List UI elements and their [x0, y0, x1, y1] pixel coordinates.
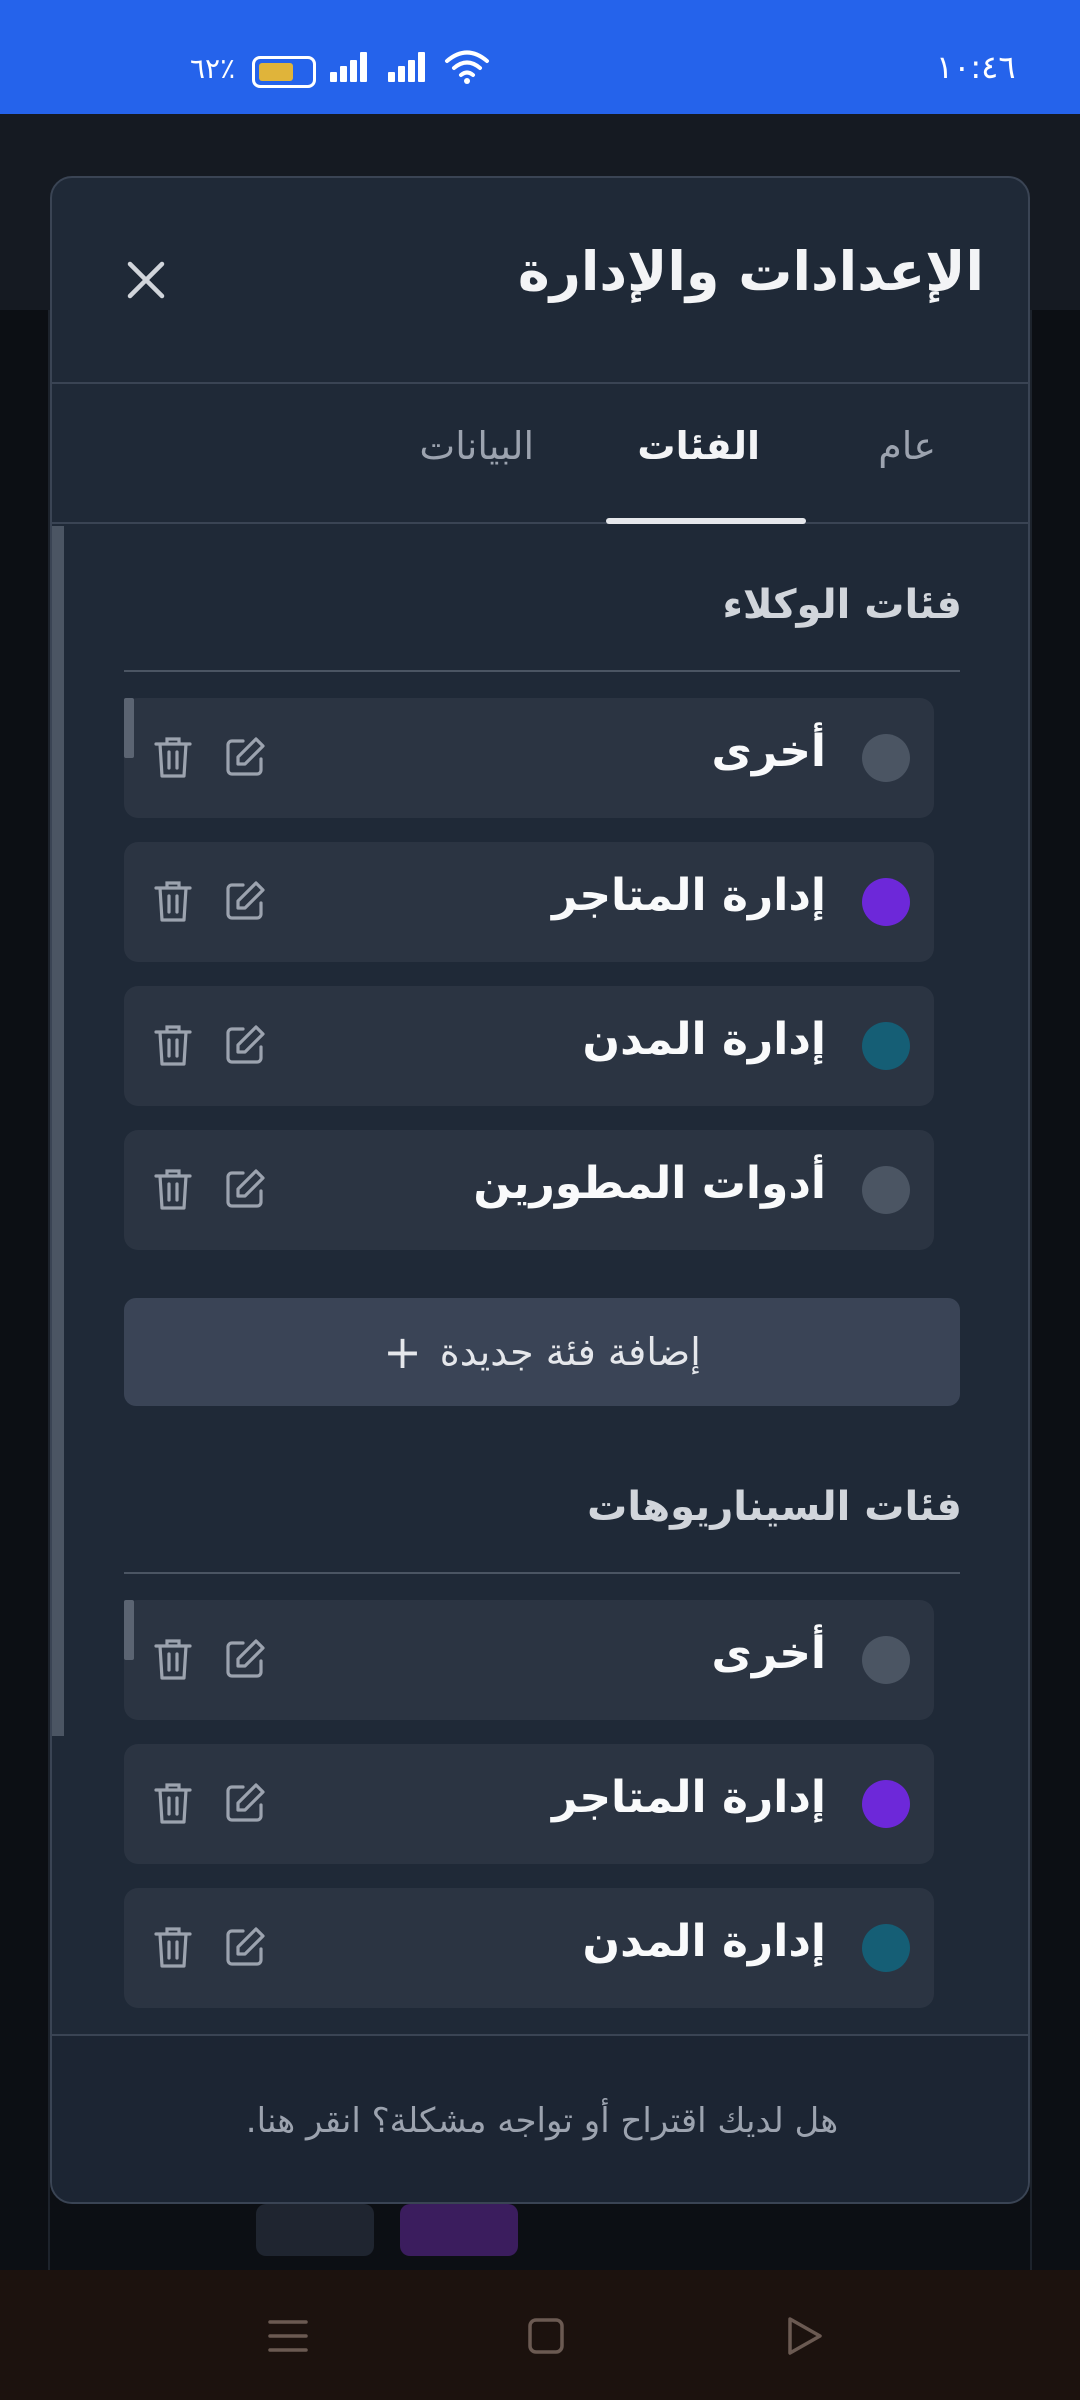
- category-row: إدارة المتاجر: [124, 1744, 934, 1864]
- system-nav-bar: [0, 2270, 1080, 2400]
- background-button-primary: [400, 2204, 518, 2256]
- tab-data[interactable]: البيانات: [419, 424, 534, 468]
- category-label: إدارة المدن: [582, 1014, 826, 1065]
- background-divider-right: [1030, 310, 1032, 2270]
- tab-categories[interactable]: الفئات: [637, 424, 760, 468]
- back-icon[interactable]: [766, 2298, 842, 2374]
- trash-icon[interactable]: [148, 1778, 198, 1828]
- modal-title: الإعدادات والإدارة: [517, 240, 984, 303]
- agent-categories-title: فئات الوكلاء: [722, 582, 962, 628]
- trash-icon[interactable]: [148, 1164, 198, 1214]
- category-color-dot: [862, 878, 910, 926]
- drag-handle[interactable]: [124, 698, 134, 758]
- tab-general[interactable]: عام: [878, 424, 936, 468]
- background-button: [256, 2204, 374, 2256]
- category-color-dot: [862, 1924, 910, 1972]
- category-row: إدارة المدن: [124, 986, 934, 1106]
- status-time: ١٠:٤٦: [936, 48, 1016, 86]
- edit-icon[interactable]: [220, 732, 270, 782]
- category-label: إدارة المدن: [582, 1916, 826, 1967]
- add-category-button[interactable]: إضافة فئة جديدة +: [124, 1298, 960, 1406]
- edit-icon[interactable]: [220, 1020, 270, 1070]
- modal-header: الإعدادات والإدارة: [52, 178, 1028, 384]
- edit-icon[interactable]: [220, 1922, 270, 1972]
- category-color-dot: [862, 1166, 910, 1214]
- section-divider: [124, 1572, 960, 1574]
- section-divider: [124, 670, 960, 672]
- drag-handle[interactable]: [124, 1600, 134, 1660]
- edit-icon[interactable]: [220, 1164, 270, 1214]
- tab-bar: عام الفئات البيانات: [52, 384, 1028, 524]
- category-label: أدوات المطورين: [473, 1158, 826, 1209]
- category-color-dot: [862, 1636, 910, 1684]
- category-row: أخرى: [124, 1600, 934, 1720]
- edit-icon[interactable]: [220, 876, 270, 926]
- wifi-icon: [445, 50, 489, 84]
- status-bar: ١٠:٤٦ ٦٢٪: [0, 0, 1080, 114]
- home-icon[interactable]: [508, 2298, 584, 2374]
- category-label: أخرى: [711, 726, 827, 777]
- edit-icon[interactable]: [220, 1778, 270, 1828]
- trash-icon[interactable]: [148, 732, 198, 782]
- category-color-dot: [862, 734, 910, 782]
- category-row: أخرى: [124, 698, 934, 818]
- trash-icon[interactable]: [148, 876, 198, 926]
- trash-icon[interactable]: [148, 1634, 198, 1684]
- signal-icon-2: [388, 52, 428, 82]
- signal-icon: [330, 52, 370, 82]
- plus-icon: +: [383, 1325, 422, 1379]
- categories-content: فئات الوكلاء أخرى إدارة المتاجر إدارة ال…: [52, 526, 1028, 2034]
- edit-icon[interactable]: [220, 1634, 270, 1684]
- battery-percent: ٦٢٪: [190, 52, 236, 85]
- battery-icon: [252, 56, 316, 88]
- category-row: إدارة المتاجر: [124, 842, 934, 962]
- category-label: أخرى: [711, 1628, 827, 1679]
- close-icon[interactable]: [122, 256, 170, 304]
- modal-footer: هل لديك اقتراح أو تواجه مشكلة؟ انقر هنا.: [52, 2034, 1028, 2202]
- add-category-label: إضافة فئة جديدة: [439, 1330, 701, 1374]
- category-row: إدارة المدن: [124, 1888, 934, 2008]
- category-color-dot: [862, 1022, 910, 1070]
- scenario-categories-title: فئات السيناريوهات: [587, 1484, 962, 1530]
- feedback-link[interactable]: هل لديك اقتراح أو تواجه مشكلة؟ انقر هنا.: [246, 2101, 838, 2141]
- active-tab-indicator: [606, 518, 806, 524]
- category-color-dot: [862, 1780, 910, 1828]
- category-label: إدارة المتاجر: [551, 870, 826, 921]
- menu-icon[interactable]: [250, 2298, 326, 2374]
- settings-modal: الإعدادات والإدارة عام الفئات البيانات ف…: [50, 176, 1030, 2204]
- trash-icon[interactable]: [148, 1020, 198, 1070]
- trash-icon[interactable]: [148, 1922, 198, 1972]
- category-label: إدارة المتاجر: [551, 1772, 826, 1823]
- category-row: أدوات المطورين: [124, 1130, 934, 1250]
- scrollbar[interactable]: [52, 526, 64, 1736]
